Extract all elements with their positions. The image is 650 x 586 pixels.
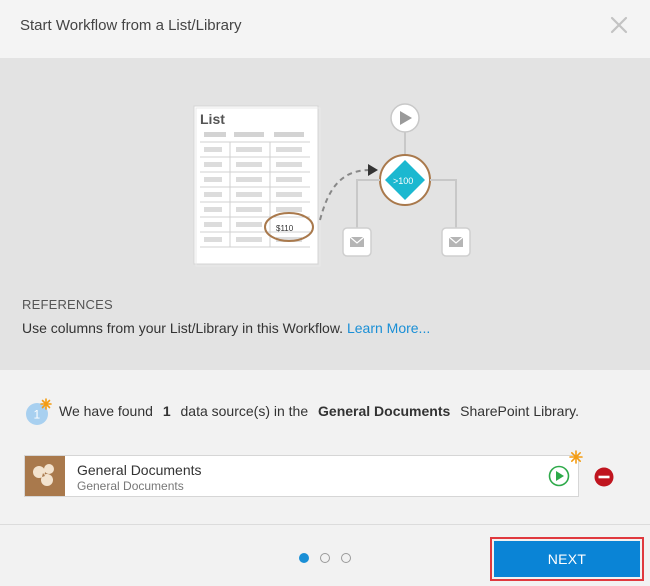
condition-label: >100	[393, 176, 413, 186]
found-count: 1	[162, 403, 171, 419]
workflow-illustration: List $110 >100	[193, 103, 471, 267]
learn-more-link[interactable]: Learn More...	[347, 320, 430, 336]
found-sentence: We have found 1 data source(s) in the Ge…	[59, 403, 579, 419]
mail-icon	[441, 227, 471, 257]
found-library-name: General Documents	[318, 403, 451, 419]
dialog-title: Start Workflow from a List/Library	[20, 17, 242, 34]
list-title: List	[200, 111, 225, 127]
step-one-badge: 1	[26, 398, 52, 425]
play-icon	[390, 103, 420, 133]
next-button[interactable]: NEXT	[494, 541, 640, 577]
references-text: Use columns from your List/Library in th…	[22, 320, 344, 336]
required-star-icon	[40, 398, 52, 410]
start-workflow-dialog: Start Workflow from a List/Library List	[0, 0, 650, 586]
next-button-highlight: NEXT	[490, 537, 644, 581]
data-source-subtitle: General Documents	[77, 479, 184, 493]
pager-dot-1[interactable]	[299, 553, 309, 563]
references-banner: List $110 >100 REFERENCES Use columns fr…	[0, 58, 650, 370]
data-source-item[interactable]: General Documents General Documents	[24, 455, 579, 497]
condition-diamond-icon: >100	[379, 154, 431, 206]
footer-divider	[0, 524, 650, 525]
data-source-name: General Documents	[77, 462, 202, 478]
pager-dot-2[interactable]	[320, 553, 330, 563]
found-prefix: We have found	[59, 403, 153, 419]
mail-icon	[342, 227, 372, 257]
step-number: 1	[34, 408, 41, 422]
play-icon[interactable]	[548, 465, 570, 487]
library-icon	[25, 456, 65, 496]
close-icon[interactable]	[608, 14, 630, 36]
data-source-summary: 1 We have found 1 data source(s) in the …	[24, 398, 634, 428]
list-document-icon: List $110	[193, 105, 321, 267]
pager-dots	[299, 553, 355, 565]
found-suffix: SharePoint Library.	[460, 403, 579, 419]
pager-dot-3[interactable]	[341, 553, 351, 563]
flow-arrow	[319, 164, 378, 221]
remove-icon[interactable]	[594, 467, 614, 487]
highlighted-cell-value: $110	[276, 224, 294, 233]
references-heading: REFERENCES	[22, 297, 113, 312]
references-description: Use columns from your List/Library in th…	[22, 320, 430, 336]
found-middle: data source(s) in the	[180, 403, 309, 419]
dialog-header: Start Workflow from a List/Library	[0, 0, 650, 58]
required-star-icon	[569, 450, 583, 464]
